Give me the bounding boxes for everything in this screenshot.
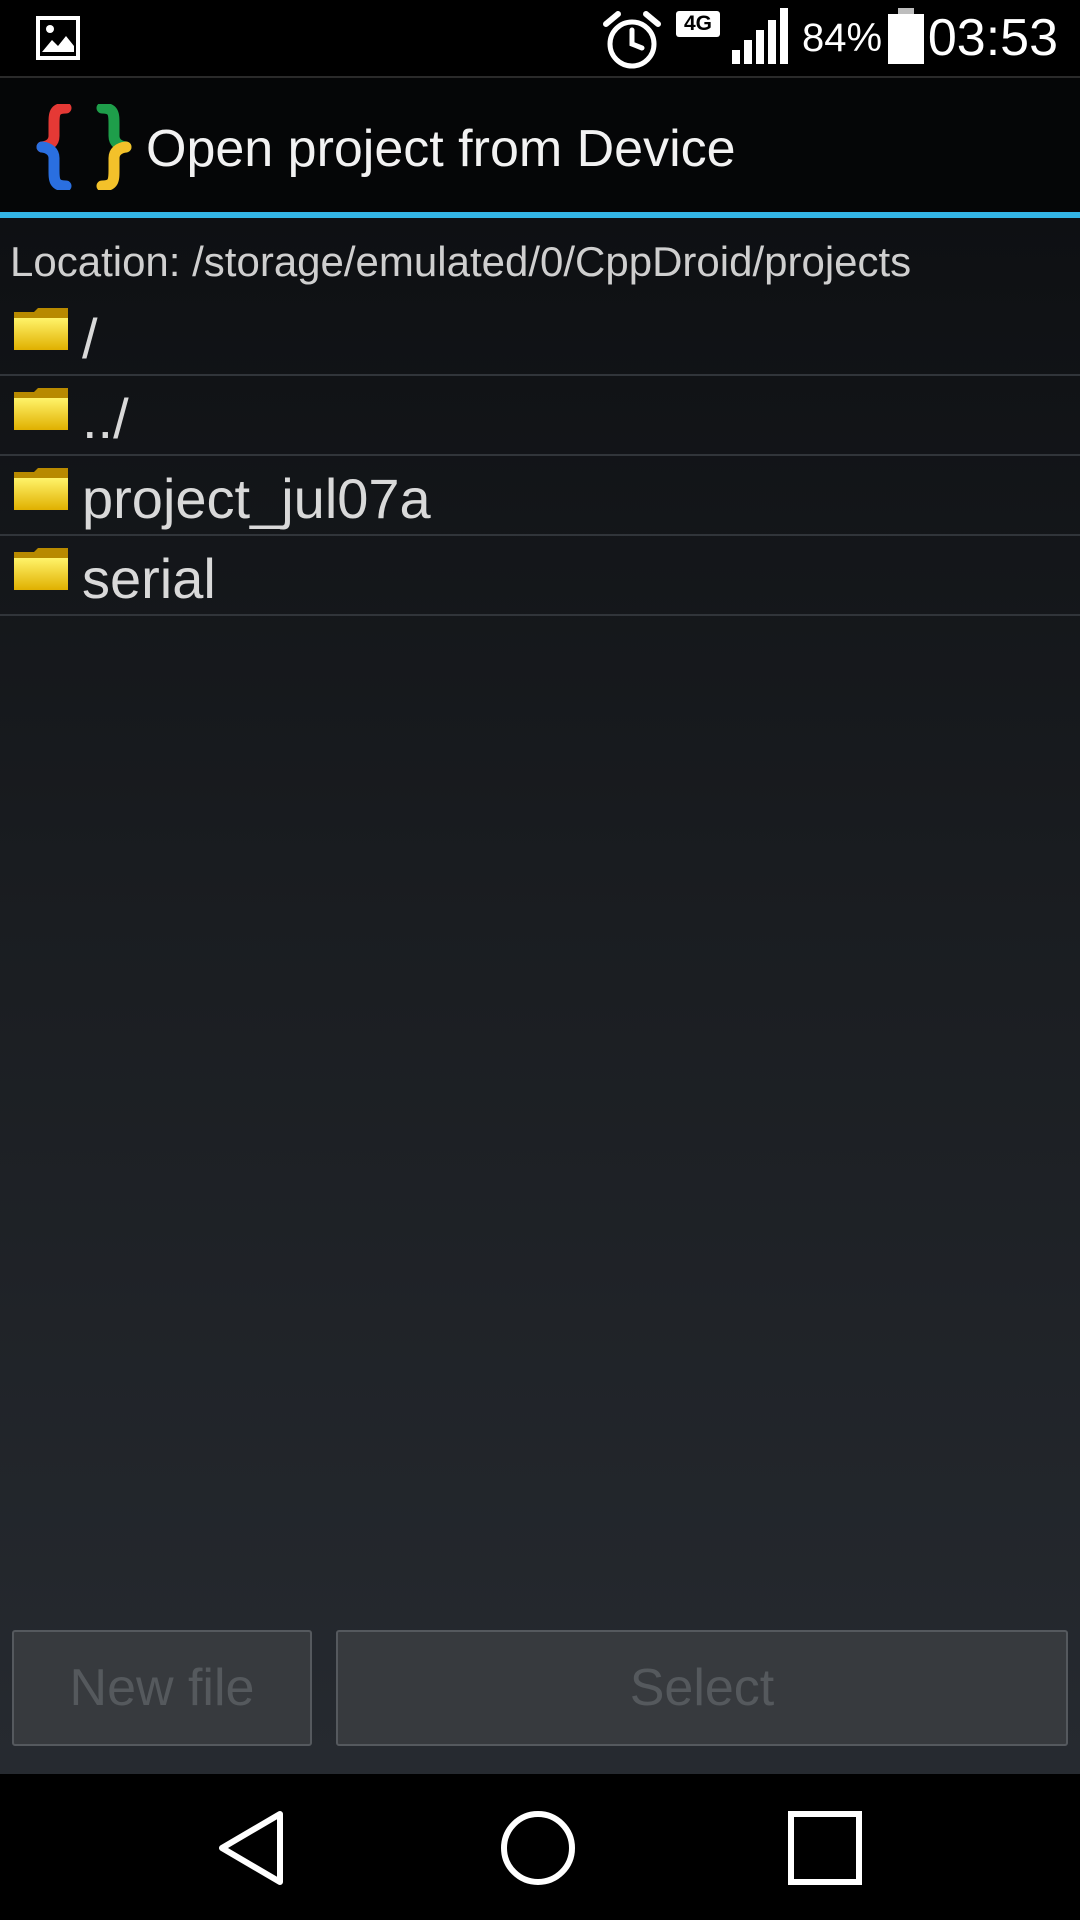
- file-list: / ../ project_jul07a serial: [0, 296, 1080, 616]
- gallery-icon: [36, 16, 80, 60]
- navigation-bar: [0, 1774, 1080, 1920]
- back-icon[interactable]: [214, 1808, 294, 1888]
- folder-icon: [14, 308, 68, 350]
- folder-icon: [14, 548, 68, 590]
- home-icon[interactable]: [498, 1808, 578, 1888]
- file-browser: Location: /storage/emulated/0/CppDroid/p…: [0, 218, 1080, 1774]
- file-name: serial: [82, 547, 216, 610]
- file-name: project_jul07a: [82, 467, 431, 530]
- action-bar: Open project from Device: [0, 76, 1080, 216]
- location-path: Location: /storage/emulated/0/CppDroid/p…: [10, 238, 912, 285]
- new-file-button[interactable]: New file: [12, 1630, 312, 1746]
- file-name: /: [82, 307, 98, 370]
- folder-icon: [14, 468, 68, 510]
- battery-percent: 84%: [802, 16, 883, 60]
- signal-icon: [732, 8, 788, 64]
- battery-icon: [888, 8, 924, 64]
- file-name: ../: [82, 387, 129, 450]
- screen: 4G 84% 03:53 Open project from Device Lo…: [0, 0, 1080, 1920]
- status-clock: 03:53: [927, 9, 1058, 67]
- list-item-serial[interactable]: serial: [0, 536, 1080, 616]
- list-item-root[interactable]: /: [0, 296, 1080, 376]
- list-item-parent[interactable]: ../: [0, 376, 1080, 456]
- folder-icon: [14, 388, 68, 430]
- network-type-badge: 4G: [676, 11, 720, 37]
- braces-logo-icon: [36, 104, 132, 190]
- list-item-project-jul07a[interactable]: project_jul07a: [0, 456, 1080, 536]
- select-button[interactable]: Select: [336, 1630, 1068, 1746]
- alarm-icon: [603, 11, 661, 69]
- page-title: Open project from Device: [146, 120, 736, 178]
- status-bar: 4G 84% 03:53: [0, 0, 1080, 76]
- recents-icon[interactable]: [785, 1808, 865, 1888]
